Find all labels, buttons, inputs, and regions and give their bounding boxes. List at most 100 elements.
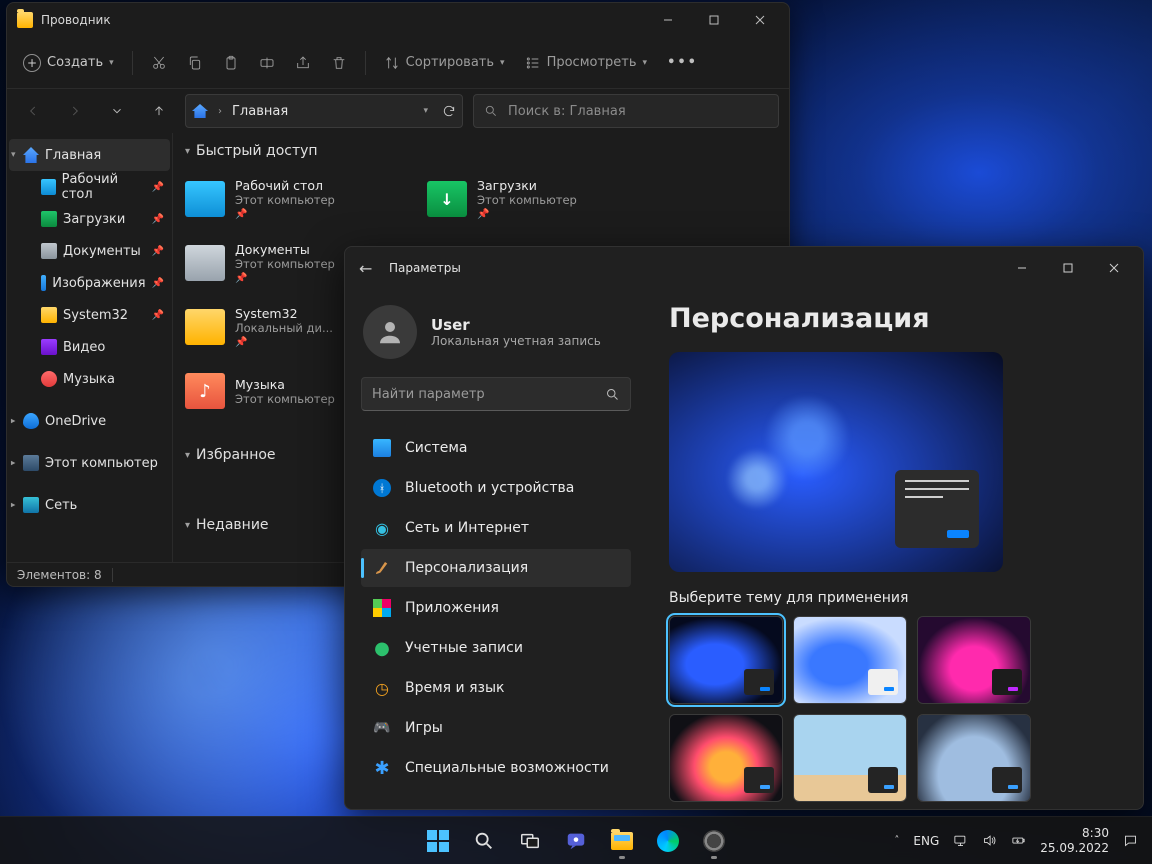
theme-option-2[interactable] (793, 616, 907, 704)
nav-bluetooth[interactable]: ᚼBluetooth и устройства (361, 469, 631, 507)
theme-picker (669, 616, 1119, 802)
theme-preview (669, 352, 1003, 572)
taskview-icon (519, 830, 541, 852)
wifi-icon: ◉ (373, 519, 391, 537)
delete-button[interactable] (323, 46, 355, 80)
nav-forward[interactable] (59, 96, 91, 126)
minimize-button[interactable] (999, 250, 1045, 286)
pin-icon: 📌 (152, 246, 164, 257)
taskbar-chat[interactable] (556, 821, 596, 861)
notifications-tray-icon[interactable] (1123, 833, 1138, 848)
refresh-icon[interactable] (442, 104, 456, 118)
address-bar[interactable]: › Главная ▾ (185, 94, 463, 128)
pin-icon: 📌 (235, 337, 333, 348)
sidebar-item-home[interactable]: ▾Главная (9, 139, 170, 171)
chevron-down-icon: ▾ (185, 450, 190, 461)
settings-search[interactable]: Найти параметр (361, 377, 631, 411)
nav-accessibility[interactable]: ✱Специальные возможности (361, 749, 631, 787)
explorer-search[interactable]: Поиск в: Главная (473, 94, 779, 128)
nav-network[interactable]: ◉Сеть и Интернет (361, 509, 631, 547)
chevron-right-icon: › (218, 106, 222, 117)
share-button[interactable] (287, 46, 319, 80)
theme-option-1[interactable] (669, 616, 783, 704)
sort-button[interactable]: Сортировать ▾ (376, 46, 513, 80)
theme-option-4[interactable] (669, 714, 783, 802)
new-button[interactable]: + Создать ▾ (15, 46, 122, 80)
close-button[interactable] (1091, 250, 1137, 286)
sidebar-item-system32[interactable]: System32📌 (9, 299, 170, 331)
nav-recent[interactable] (101, 96, 133, 126)
system-icon (373, 439, 391, 457)
theme-option-5[interactable] (793, 714, 907, 802)
battery-tray-icon[interactable] (1011, 833, 1026, 848)
theme-option-6[interactable] (917, 714, 1031, 802)
nav-accounts[interactable]: ●Учетные записи (361, 629, 631, 667)
chevron-down-icon[interactable]: ▾ (423, 106, 428, 116)
sidebar-item-documents[interactable]: Документы📌 (9, 235, 170, 267)
chevron-down-icon: ▾ (109, 58, 114, 68)
sidebar-item-desktop[interactable]: Рабочий стол📌 (9, 171, 170, 203)
section-quick-access[interactable]: ▾Быстрый доступ (185, 143, 781, 159)
tile-desktop[interactable]: Рабочий столЭтот компьютер📌 (181, 169, 411, 229)
nav-system[interactable]: Система (361, 429, 631, 467)
pin-icon: 📌 (152, 214, 164, 225)
gear-icon (703, 830, 725, 852)
gamepad-icon: 🎮 (373, 719, 391, 737)
network-tray-icon[interactable] (953, 833, 968, 848)
nav-time[interactable]: ◷Время и язык (361, 669, 631, 707)
sidebar-item-network[interactable]: ▾Сеть (9, 489, 170, 521)
taskbar-search[interactable] (464, 821, 504, 861)
music-icon (41, 371, 57, 387)
breadcrumb[interactable]: Главная (232, 104, 288, 119)
sidebar-item-downloads[interactable]: Загрузки📌 (9, 203, 170, 235)
view-button[interactable]: Просмотреть ▾ (517, 46, 655, 80)
sidebar-item-pictures[interactable]: Изображения📌 (9, 267, 170, 299)
sidebar-item-videos[interactable]: Видео (9, 331, 170, 363)
back-button[interactable]: ← (359, 259, 389, 278)
user-account-row[interactable]: User Локальная учетная запись (363, 305, 631, 359)
search-icon (484, 104, 498, 118)
nav-back[interactable] (17, 96, 49, 126)
clock[interactable]: 8:30 25.09.2022 (1040, 826, 1109, 855)
explorer-titlebar[interactable]: Проводник (7, 3, 789, 37)
settings-titlebar[interactable]: ← Параметры (345, 247, 1143, 289)
bluetooth-icon: ᚼ (373, 479, 391, 497)
taskbar-explorer[interactable] (602, 821, 642, 861)
overflow-button[interactable]: ••• (659, 46, 706, 80)
home-icon (192, 104, 208, 118)
maximize-button[interactable] (691, 3, 737, 37)
music-icon (185, 373, 225, 409)
explorer-sidebar: ▾Главная Рабочий стол📌 Загрузки📌 Докумен… (7, 133, 173, 562)
tile-downloads[interactable]: ЗагрузкиЭтот компьютер📌 (423, 169, 653, 229)
sidebar-item-onedrive[interactable]: ▾OneDrive (9, 405, 170, 437)
nav-apps[interactable]: Приложения (361, 589, 631, 627)
task-view[interactable] (510, 821, 550, 861)
sidebar-item-music[interactable]: Музыка (9, 363, 170, 395)
taskbar-edge[interactable] (648, 821, 688, 861)
downloads-icon (427, 181, 467, 217)
volume-tray-icon[interactable] (982, 833, 997, 848)
videos-icon (41, 339, 57, 355)
cut-button[interactable] (143, 46, 175, 80)
nav-personalization[interactable]: Персонализация (361, 549, 631, 587)
minimize-button[interactable] (645, 3, 691, 37)
language-indicator[interactable]: ENG (913, 834, 939, 848)
theme-option-3[interactable] (917, 616, 1031, 704)
tray-overflow[interactable]: ˄ (894, 835, 899, 846)
downloads-icon (41, 211, 57, 227)
start-button[interactable] (418, 821, 458, 861)
copy-button[interactable] (179, 46, 211, 80)
maximize-button[interactable] (1045, 250, 1091, 286)
sidebar-item-thispc[interactable]: ▾Этот компьютер (9, 447, 170, 479)
chevron-down-icon: ▾ (11, 150, 16, 160)
taskbar-settings[interactable] (694, 821, 734, 861)
paste-button[interactable] (215, 46, 247, 80)
close-button[interactable] (737, 3, 783, 37)
chevron-right-icon: ▾ (8, 419, 18, 424)
nav-gaming[interactable]: 🎮Игры (361, 709, 631, 747)
rename-button[interactable] (251, 46, 283, 80)
desktop-icon (185, 181, 225, 217)
nav-up[interactable] (143, 96, 175, 126)
user-type: Локальная учетная запись (431, 334, 601, 348)
pin-icon: 📌 (152, 182, 164, 193)
